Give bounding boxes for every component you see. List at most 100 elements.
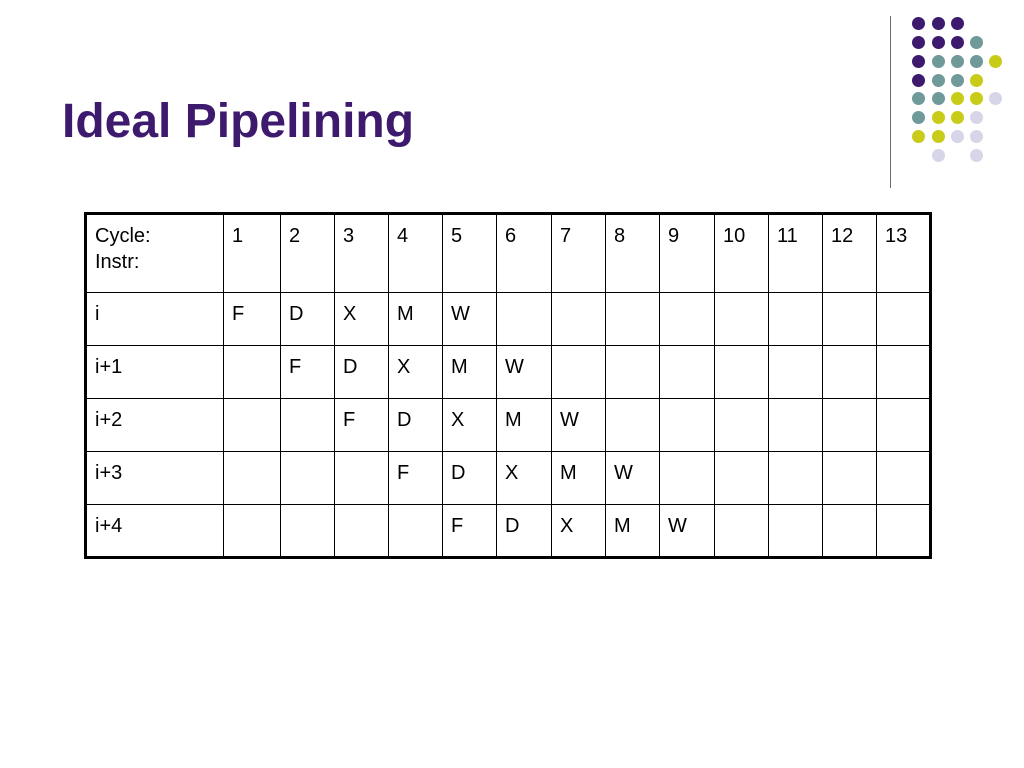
decorative-dot: [931, 73, 945, 87]
decorative-dot: [931, 16, 945, 30]
stage-cell: [605, 292, 660, 346]
cycle-header-cell: 3: [334, 213, 389, 293]
decorative-dot: [950, 91, 964, 105]
stage-cell: W: [496, 345, 552, 399]
stage-cell: X: [496, 451, 552, 505]
cycle-header-cell: 9: [659, 213, 715, 293]
cycle-header-cell: 13: [876, 213, 931, 293]
cycle-header-cell: 6: [496, 213, 552, 293]
instr-label-cell: i+4: [85, 504, 224, 558]
cycle-header-cell: 2: [280, 213, 335, 293]
stage-cell: [223, 504, 281, 558]
decorative-dot: [969, 148, 983, 162]
stage-cell: [223, 451, 281, 505]
cycle-header-cell: 1: [223, 213, 281, 293]
stage-cell: M: [442, 345, 497, 399]
stage-cell: [551, 345, 606, 399]
stage-cell: [659, 345, 715, 399]
decorative-dot: [969, 110, 983, 124]
stage-cell: [551, 292, 606, 346]
stage-cell: F: [280, 345, 335, 399]
stage-cell: [714, 504, 769, 558]
decorative-dot: [950, 129, 964, 143]
stage-cell: [822, 398, 877, 452]
stage-cell: [822, 345, 877, 399]
decorative-dot: [950, 54, 964, 68]
stage-cell: [768, 345, 823, 399]
pipeline-table: Cycle: Instr: 1 2 3 4 5 6 7 8 9 10 11 12…: [84, 212, 932, 559]
stage-cell: [714, 398, 769, 452]
table-row: i+2 F D X M W: [85, 398, 931, 452]
cycle-header-cell: 10: [714, 213, 769, 293]
decorative-dot: [931, 148, 945, 162]
stage-cell: [388, 504, 443, 558]
decorative-dot: [969, 73, 983, 87]
decorative-dot: [911, 91, 925, 105]
stage-cell: W: [551, 398, 606, 452]
stage-cell: M: [388, 292, 443, 346]
stage-cell: [714, 292, 769, 346]
stage-cell: [496, 292, 552, 346]
stage-cell: X: [388, 345, 443, 399]
stage-cell: W: [659, 504, 715, 558]
stage-cell: F: [388, 451, 443, 505]
stage-cell: F: [223, 292, 281, 346]
stage-cell: [223, 345, 281, 399]
stage-cell: F: [334, 398, 389, 452]
cycle-header-cell: 8: [605, 213, 660, 293]
table-row: iFDXMW: [85, 292, 931, 346]
stage-cell: [768, 292, 823, 346]
instr-label-cell: i+3: [85, 451, 224, 505]
decorative-dot: [931, 91, 945, 105]
stage-cell: [876, 451, 931, 505]
decorative-dot: [911, 54, 925, 68]
header-instr-label: Instr:: [95, 251, 140, 273]
stage-cell: [876, 398, 931, 452]
slide-title: Ideal Pipelining: [62, 95, 415, 148]
stage-cell: F: [442, 504, 497, 558]
decorative-dot: [950, 110, 964, 124]
instr-label-cell: i+1: [85, 345, 224, 399]
stage-cell: M: [551, 451, 606, 505]
decorative-dot: [988, 91, 1002, 105]
decorative-dot: [950, 35, 964, 49]
stage-cell: [280, 398, 335, 452]
decorative-dot: [911, 35, 925, 49]
table-row: i+4 F D X M W: [85, 504, 931, 558]
stage-cell: [876, 292, 931, 346]
decorative-dot: [931, 129, 945, 143]
stage-cell: [605, 398, 660, 452]
stage-cell: [768, 504, 823, 558]
decorative-dot: [969, 35, 983, 49]
stage-cell: D: [388, 398, 443, 452]
stage-cell: [605, 345, 660, 399]
stage-cell: [876, 345, 931, 399]
stage-cell: [822, 451, 877, 505]
decorative-dot: [931, 110, 945, 124]
stage-cell: [334, 451, 389, 505]
stage-cell: [768, 398, 823, 452]
decorative-dot: [969, 129, 983, 143]
stage-cell: [714, 345, 769, 399]
stage-cell: [334, 504, 389, 558]
table-header-row: Cycle: Instr: 1 2 3 4 5 6 7 8 9 10 11 12…: [85, 213, 931, 293]
decorative-dot: [950, 73, 964, 87]
instr-label-cell: i+2: [85, 398, 224, 452]
stage-cell: [876, 504, 931, 558]
decorative-dot: [969, 54, 983, 68]
stage-cell: M: [605, 504, 660, 558]
stage-cell: [659, 451, 715, 505]
stage-cell: [280, 504, 335, 558]
stage-cell: [223, 398, 281, 452]
header-label-cell: Cycle: Instr:: [85, 213, 224, 293]
stage-cell: [659, 292, 715, 346]
decorative-dot: [969, 91, 983, 105]
decorative-dot: [931, 54, 945, 68]
stage-cell: X: [334, 292, 389, 346]
stage-cell: [659, 398, 715, 452]
decorative-dot: [988, 54, 1002, 68]
stage-cell: [280, 451, 335, 505]
stage-cell: [768, 451, 823, 505]
decorative-dot: [950, 16, 964, 30]
stage-cell: X: [442, 398, 497, 452]
